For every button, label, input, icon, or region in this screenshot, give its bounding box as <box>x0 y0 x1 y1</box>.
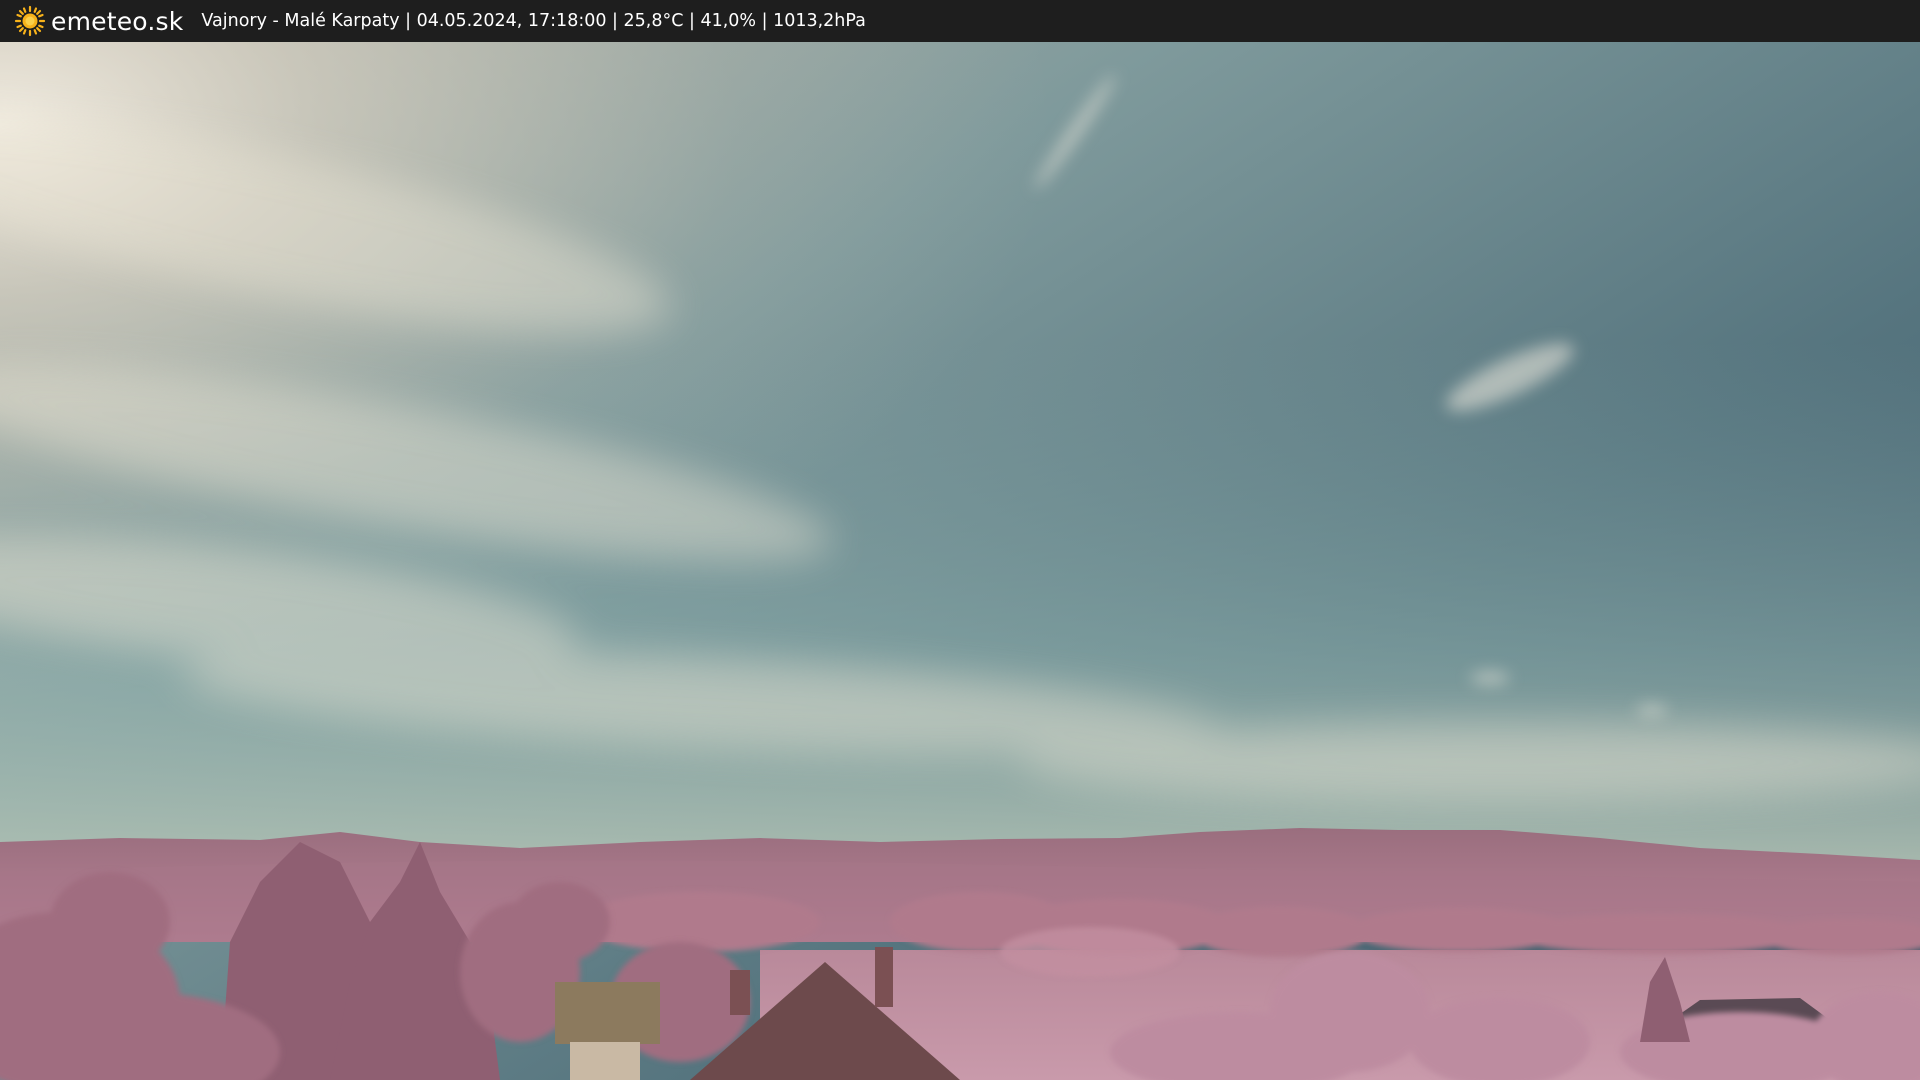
sun-icon <box>14 5 46 37</box>
brand-logo: emeteo.sk <box>14 0 183 42</box>
header-bar: emeteo.sk Vajnory - Malé Karpaty | 04.05… <box>0 0 1920 42</box>
brand-name: emeteo.sk <box>51 6 184 36</box>
station-caption: Vajnory - Malé Karpaty | 04.05.2024, 17:… <box>201 11 866 31</box>
webcam-image <box>0 42 1920 1080</box>
webcam-frame: emeteo.sk Vajnory - Malé Karpaty | 04.05… <box>0 0 1920 1080</box>
